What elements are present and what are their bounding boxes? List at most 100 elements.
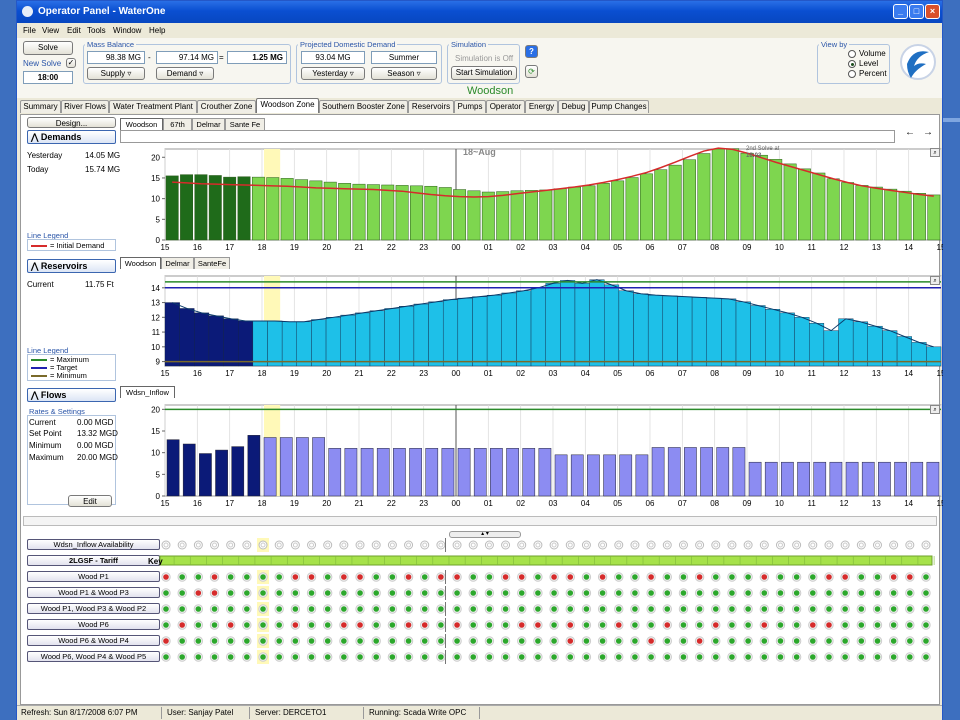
tab-reservoirs[interactable]: Reservoirs bbox=[408, 100, 454, 113]
pump-on-dot bbox=[712, 638, 719, 644]
reservoir-level-bar bbox=[589, 279, 605, 367]
menu-file[interactable]: File bbox=[23, 26, 36, 35]
tab-summary[interactable]: Summary bbox=[20, 100, 61, 113]
reservoir-zoom-icon[interactable]: ⌕ bbox=[930, 276, 940, 285]
schedule-scroll-handle[interactable]: ▴ ▾ bbox=[449, 531, 521, 538]
pump-on-dot bbox=[712, 590, 719, 596]
flow-bar bbox=[199, 453, 212, 497]
minimize-button[interactable]: _ bbox=[893, 4, 908, 19]
pump-off-dot bbox=[341, 622, 347, 628]
pump-on-dot bbox=[793, 654, 800, 660]
solve-button[interactable]: Solve bbox=[23, 41, 73, 55]
pump-on-dot bbox=[438, 606, 444, 612]
demand-bar bbox=[338, 183, 352, 241]
pump-on-dot bbox=[810, 654, 816, 660]
refresh-icon[interactable]: ⟳ bbox=[525, 65, 538, 78]
tab-southern-booster-zone[interactable]: Southern Booster Zone bbox=[319, 100, 408, 113]
tab-debug[interactable]: Debug bbox=[558, 100, 589, 113]
reservoir-subtab-santefe[interactable]: SanteFe bbox=[194, 257, 230, 269]
pump-on-dot bbox=[745, 606, 751, 612]
pump-on-dot bbox=[632, 574, 638, 580]
design-button[interactable]: Design... bbox=[27, 117, 116, 128]
pump-on-dot bbox=[810, 638, 816, 644]
new-solve-checkbox[interactable]: ✓ bbox=[66, 58, 76, 68]
demand-subtab-delmar[interactable]: Delmar bbox=[192, 118, 225, 130]
x-tick-label: 11 bbox=[808, 243, 817, 252]
flow-subtab-wdsn-inflow[interactable]: Wdsn_Inflow bbox=[120, 386, 175, 398]
view-level-radio[interactable] bbox=[848, 60, 856, 68]
supply-dropdown[interactable]: Supply ▿ bbox=[87, 67, 145, 80]
pump-on-dot bbox=[907, 654, 913, 660]
help-icon[interactable]: ? bbox=[525, 45, 538, 58]
pump-on-dot bbox=[826, 590, 832, 596]
view-percent-radio[interactable] bbox=[848, 70, 856, 78]
pump-off-dot bbox=[648, 574, 654, 580]
menu-window[interactable]: Window bbox=[113, 26, 141, 35]
pump-on-dot bbox=[858, 622, 865, 628]
reservoir-subtab-delmar[interactable]: Delmar bbox=[161, 257, 194, 269]
pump-on-dot bbox=[276, 638, 282, 644]
tab-water-treatment-plant[interactable]: Water Treatment Plant bbox=[109, 100, 197, 113]
splitter-bar[interactable] bbox=[23, 516, 937, 526]
pump-on-dot bbox=[518, 606, 525, 612]
tab-river-flows[interactable]: River Flows bbox=[61, 100, 109, 113]
pump-on-dot bbox=[405, 590, 412, 596]
flow-bar bbox=[684, 447, 697, 497]
demand-subtab-woodson[interactable]: Woodson bbox=[120, 118, 163, 130]
nav-next-icon[interactable]: → bbox=[923, 127, 933, 138]
reservoir-legend-box: = Maximum = Target = Minimum bbox=[27, 354, 116, 381]
menu-edit[interactable]: Edit bbox=[67, 26, 81, 35]
tab-crouther-zone[interactable]: Crouther Zone bbox=[197, 100, 256, 113]
menu-tools[interactable]: Tools bbox=[87, 26, 106, 35]
tab-operator[interactable]: Operator bbox=[486, 100, 525, 113]
reservoir-level-bar bbox=[706, 297, 722, 367]
pump-on-dot bbox=[454, 638, 460, 644]
start-simulation-button[interactable]: Start Simulation bbox=[451, 66, 517, 80]
tab-pump-changes[interactable]: Pump Changes bbox=[589, 100, 649, 113]
pump-on-dot bbox=[502, 590, 509, 596]
y-tick-label: 5 bbox=[156, 470, 161, 479]
menu-view[interactable]: View bbox=[42, 26, 59, 35]
schedule-empty-cell bbox=[662, 540, 672, 550]
tab-energy[interactable]: Energy bbox=[525, 100, 558, 113]
x-tick-label: 15 bbox=[161, 369, 170, 378]
reservoirs-section-button[interactable]: ⋀ Reservoirs bbox=[27, 259, 116, 273]
demand-subtab-67th[interactable]: 67th bbox=[163, 118, 192, 130]
nav-prev-icon[interactable]: ← bbox=[905, 127, 915, 138]
pump-on-dot bbox=[923, 654, 929, 660]
flow-bar bbox=[506, 448, 519, 497]
demand-zoom-icon[interactable]: ⌕ bbox=[930, 148, 940, 157]
flow-bar bbox=[328, 448, 342, 497]
pump-on-dot bbox=[163, 622, 169, 628]
flow-bar bbox=[473, 448, 487, 497]
menu-help[interactable]: Help bbox=[149, 26, 165, 35]
pump-on-dot bbox=[454, 654, 460, 660]
x-tick-label: 00 bbox=[452, 243, 461, 252]
pump-on-dot bbox=[179, 638, 185, 644]
flow-zoom-icon[interactable]: ⌕ bbox=[930, 405, 940, 414]
tab-pumps[interactable]: Pumps bbox=[454, 100, 486, 113]
edit-button[interactable]: Edit bbox=[68, 495, 112, 507]
main-window: Operator Panel - WaterOne _ □ × File Vie… bbox=[16, 0, 943, 720]
reservoir-subtab-woodson[interactable]: Woodson bbox=[120, 257, 161, 269]
demand-dropdown[interactable]: Demand ▿ bbox=[156, 67, 214, 80]
pump-on-dot bbox=[276, 606, 282, 612]
pump-on-dot bbox=[502, 638, 509, 644]
yesterday-dropdown[interactable]: Yesterday ▿ bbox=[301, 67, 365, 80]
demand-subtab-sante-fe[interactable]: Sante Fe bbox=[225, 118, 265, 130]
maximize-button[interactable]: □ bbox=[909, 4, 924, 19]
reservoir-level-bar bbox=[604, 284, 620, 367]
demand-bar bbox=[711, 148, 725, 241]
flows-section-button[interactable]: ⋀ Flows bbox=[27, 388, 116, 402]
season-dropdown[interactable]: Season ▿ bbox=[371, 67, 437, 80]
x-tick-label: 17 bbox=[225, 499, 234, 508]
rate-setpoint-value: 13.32 MGD bbox=[77, 429, 118, 438]
close-button[interactable]: × bbox=[925, 4, 940, 19]
solve-time-field[interactable]: 18:00 bbox=[23, 71, 73, 84]
x-tick-label: 04 bbox=[581, 243, 590, 252]
view-percent-label: Percent bbox=[859, 69, 887, 78]
view-volume-radio[interactable] bbox=[848, 50, 856, 58]
tab-woodson-zone[interactable]: Woodson Zone bbox=[256, 98, 319, 113]
pump-on-dot bbox=[389, 638, 396, 644]
demands-section-button[interactable]: ⋀ Demands bbox=[27, 130, 116, 144]
